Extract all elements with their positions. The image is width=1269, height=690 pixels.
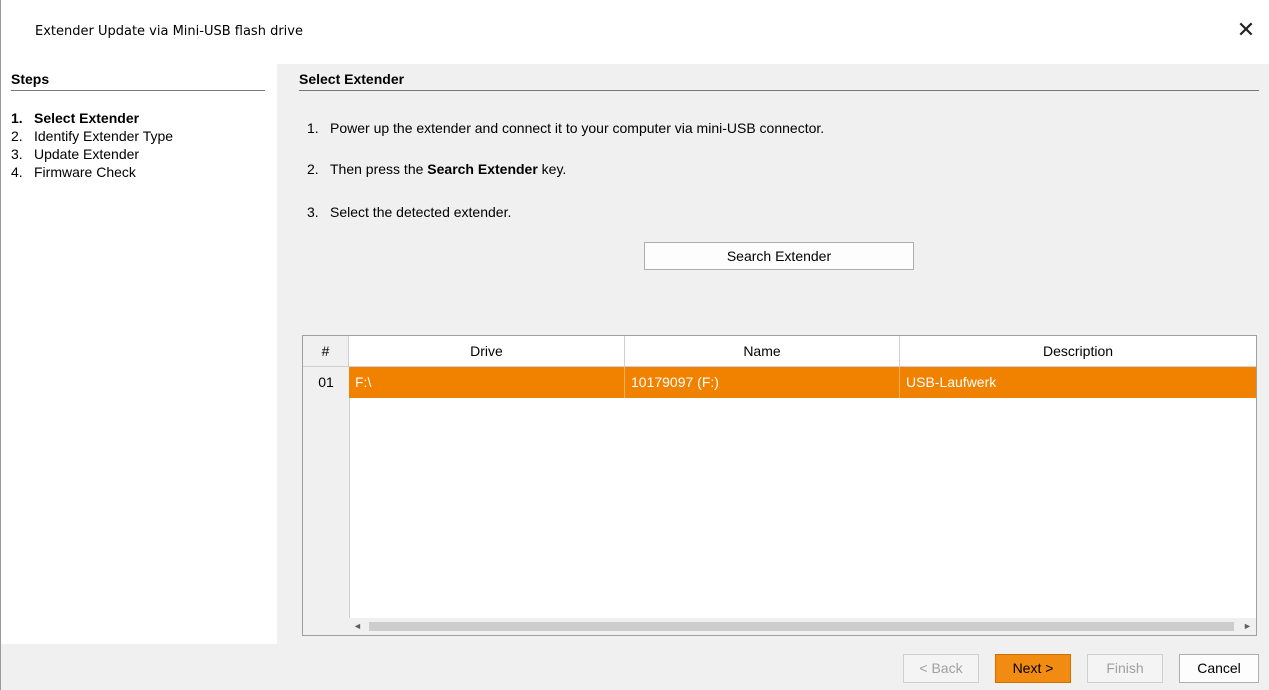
title-divider <box>299 90 1259 91</box>
finish-button[interactable]: Finish <box>1087 654 1163 683</box>
scroll-right-icon[interactable]: ► <box>1239 618 1256 635</box>
instruction-number: 1. <box>307 120 319 136</box>
instruction-2: 2. Then press the Search Extender key. <box>307 161 566 177</box>
instruction-text: Power up the extender and connect it to … <box>330 120 825 136</box>
column-header-number[interactable]: # <box>303 336 349 366</box>
instruction-number: 3. <box>307 204 319 220</box>
table-header: # Drive Name Description <box>303 336 1256 367</box>
cell-description[interactable]: USB-Laufwerk <box>900 367 1256 398</box>
instruction-text: Then press the <box>330 161 428 177</box>
instruction-3: 3. Select the detected extender. <box>307 204 511 220</box>
steps-divider <box>11 90 265 91</box>
step-label: Update Extender <box>34 146 140 162</box>
step-label: Identify Extender Type <box>34 128 174 144</box>
steps-list: 1. Select Extender 2. Identify Extender Ty… <box>11 109 173 181</box>
step-item-update-extender: 3. Update Extender <box>11 145 173 163</box>
scrollbar-thumb[interactable] <box>369 622 1234 631</box>
step-label: Select Extender <box>34 110 140 126</box>
row-number: 01 <box>303 367 349 398</box>
steps-panel: Steps 1. Select Extender 2. Identify Exten… <box>1 64 277 644</box>
instruction-number: 2. <box>307 161 319 177</box>
horizontal-scrollbar[interactable]: ◄ ► <box>349 618 1256 635</box>
button-bar: < Back Next > Finish Cancel <box>1 644 1269 690</box>
instruction-1: 1. Power up the extender and connect it t… <box>307 120 824 136</box>
scroll-left-icon[interactable]: ◄ <box>349 618 366 635</box>
step-label: Firmware Check <box>34 164 136 180</box>
column-header-description[interactable]: Description <box>900 336 1256 366</box>
step-item-firmware-check: 4. Firmware Check <box>11 163 173 181</box>
back-button[interactable]: < Back <box>903 654 979 683</box>
page-title: Select Extender <box>299 71 405 87</box>
extender-table: # Drive Name Description 01 F:\ 10179097… <box>302 335 1257 636</box>
step-number: 2. <box>11 128 23 144</box>
cell-name[interactable]: 10179097 (F:) <box>625 367 900 398</box>
step-item-identify-extender-type: 2. Identify Extender Type <box>11 127 173 145</box>
step-item-select-extender: 1. Select Extender <box>11 109 173 127</box>
dialog-window: Extender Update via Mini-USB flash drive… <box>0 0 1269 690</box>
column-header-drive[interactable]: Drive <box>349 336 625 366</box>
instruction-text: Select the detected extender. <box>330 204 512 220</box>
step-number: 4. <box>11 164 23 180</box>
close-icon[interactable]: ✕ <box>1231 16 1261 46</box>
steps-header: Steps <box>11 71 50 87</box>
next-button[interactable]: Next > <box>995 654 1071 683</box>
title-bar: Extender Update via Mini-USB flash drive… <box>1 0 1269 64</box>
cancel-button[interactable]: Cancel <box>1179 654 1259 683</box>
window-title: Extender Update via Mini-USB flash drive <box>35 24 303 39</box>
table-row[interactable]: 01 F:\ 10179097 (F:) USB-Laufwerk <box>303 367 1256 398</box>
step-number: 3. <box>11 146 23 162</box>
search-extender-button[interactable]: Search Extender <box>644 242 914 270</box>
column-header-name[interactable]: Name <box>625 336 900 366</box>
step-number: 1. <box>11 110 23 126</box>
cell-drive[interactable]: F:\ <box>349 367 625 398</box>
instruction-text-end: key. <box>537 161 567 177</box>
instruction-key-name: Search Extender <box>427 161 538 177</box>
main-panel: Select Extender 1. Power up the extender … <box>277 64 1269 644</box>
